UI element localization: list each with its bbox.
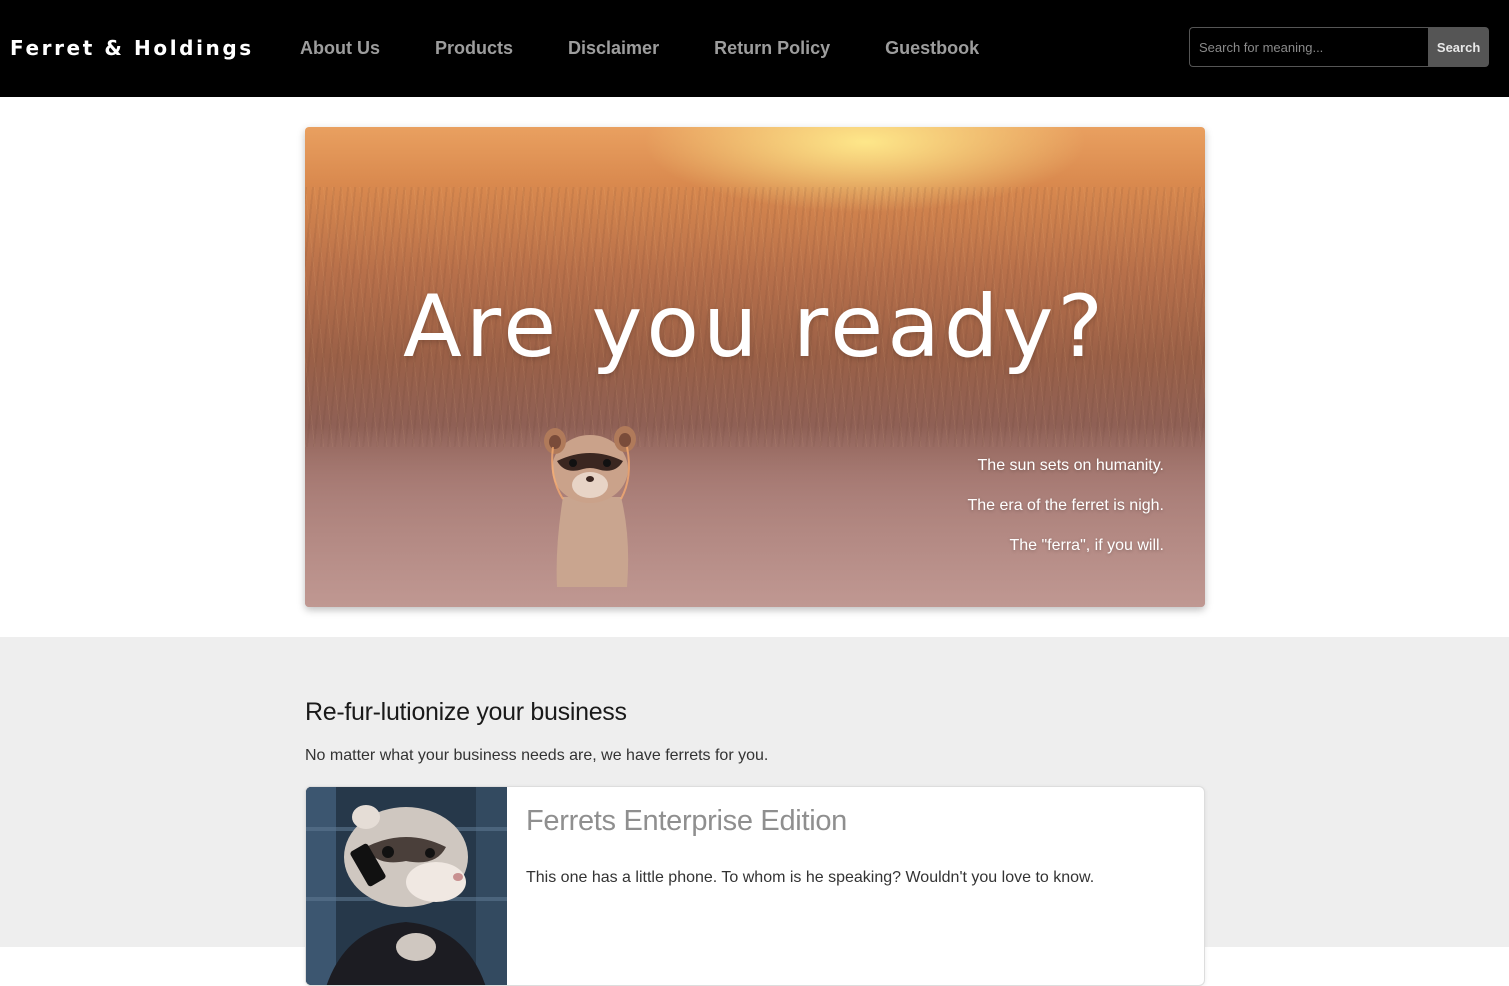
search-button[interactable]: Search [1428, 27, 1489, 67]
hero-line: The sun sets on humanity. [977, 457, 1164, 474]
product-description: This one has a little phone. To whom is … [526, 869, 1095, 886]
hero-tagline: The sun sets on humanity. The era of the… [967, 453, 1164, 573]
brand-logo[interactable]: Ferret & Holdings [10, 33, 254, 63]
product-card[interactable]: Ferrets Enterprise Edition This one has … [305, 786, 1205, 986]
nav-link-about-us[interactable]: About Us [300, 33, 380, 63]
search-input[interactable] [1189, 27, 1429, 67]
nav-link-guestbook[interactable]: Guestbook [885, 33, 979, 63]
hero-banner: Are you ready? The sun sets on humanity.… [305, 127, 1205, 607]
ferret-phone-photo-icon [306, 787, 507, 985]
top-navbar: Ferret & Holdings About Us Products Disc… [0, 0, 1509, 97]
hero-title: Are you ready? [402, 277, 1108, 377]
nav-link-disclaimer[interactable]: Disclaimer [568, 33, 659, 63]
section-intro: No matter what your business needs are, … [305, 747, 769, 764]
section-heading: Re-fur-lutionize your business [305, 698, 627, 726]
search-form: Search [1189, 27, 1489, 67]
nav-links: About Us Products Disclaimer Return Poli… [300, 33, 1034, 63]
ferret-photo-icon [544, 426, 636, 587]
product-title[interactable]: Ferrets Enterprise Edition [526, 801, 847, 841]
hero-line: The "ferra", if you will. [1009, 537, 1164, 554]
hero-line: The era of the ferret is nigh. [967, 497, 1164, 514]
nav-link-return-policy[interactable]: Return Policy [714, 33, 830, 63]
nav-link-products[interactable]: Products [435, 33, 513, 63]
